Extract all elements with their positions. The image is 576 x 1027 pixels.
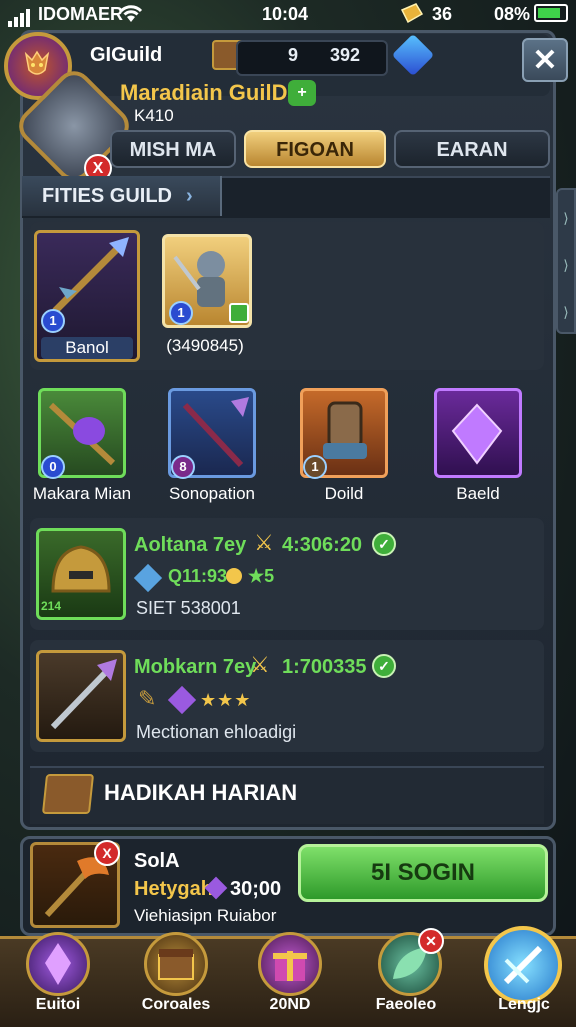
- nav-label: Faeoleo: [375, 996, 437, 1013]
- notification-icon: ✕: [418, 928, 444, 954]
- row-gem-value: Q11:93: [168, 566, 228, 586]
- gold-count: 36: [432, 4, 453, 24]
- dragon-icon: [20, 46, 54, 87]
- tab-mish-ma[interactable]: MISH MA: [110, 130, 236, 168]
- crystal-icon: [451, 403, 503, 465]
- side-drawer-handle[interactable]: ⟩ ⟩ ⟩: [556, 188, 576, 334]
- chest-icon: [158, 949, 194, 980]
- item-caption: Baeld: [456, 484, 500, 503]
- battery-icon: [534, 4, 568, 22]
- level-badge: 0: [41, 455, 65, 479]
- row-stars: ★5: [248, 566, 275, 586]
- chest-icon: [41, 774, 95, 814]
- nav-button-lengjc[interactable]: [484, 926, 562, 1004]
- signal-icon: [8, 6, 32, 27]
- item-caption: Makara Mian: [32, 484, 132, 503]
- row-stars: ★★★: [200, 690, 252, 710]
- battery-percent: 08%: [494, 4, 531, 24]
- item-wand[interactable]: 8: [168, 388, 256, 479]
- wifi-icon: [118, 2, 144, 29]
- check-icon: [229, 303, 249, 323]
- resource-count-b: 392: [330, 45, 361, 65]
- tab-earan[interactable]: EARAN: [394, 130, 550, 168]
- nav-button-euitoi[interactable]: [26, 932, 90, 996]
- nav-button-20nd[interactable]: [258, 932, 322, 996]
- clock: 10:04: [262, 4, 309, 24]
- row-subtitle: Mectionan ehloadigi: [136, 722, 297, 742]
- add-icon[interactable]: +: [288, 80, 316, 106]
- reward-timer: 30;00: [230, 878, 282, 900]
- reward-name: Hetygah: [134, 878, 213, 900]
- row-thumbnail: [36, 650, 126, 742]
- featured-caption: (3490845): [166, 336, 244, 355]
- resource-count-a: 9: [288, 45, 299, 65]
- sword-icon: ⚔: [254, 530, 274, 555]
- level-badge: 1: [41, 309, 65, 333]
- sword-icon: ⚔: [250, 652, 270, 677]
- section-title-tab[interactable]: FITIES GUILD ›: [22, 176, 222, 216]
- level-badge: 8: [171, 455, 195, 479]
- guild-id: K410: [134, 106, 174, 125]
- coin-icon: [226, 568, 242, 584]
- item-crystal[interactable]: [434, 388, 522, 478]
- sword-icon: [503, 945, 543, 985]
- daily-reward-label: HADIKAH HARIAN: [104, 780, 298, 805]
- level-badge: 1: [169, 301, 193, 325]
- nav-label: 20ND: [269, 996, 311, 1013]
- chevron-right-icon: ›: [186, 185, 193, 207]
- tab-figoan[interactable]: FIGOAN: [244, 130, 386, 168]
- status-bar: IDOMAER 10:04 36 08%: [0, 0, 576, 28]
- row-thumbnail: 214: [36, 528, 126, 620]
- row-title: Aoltana 7ey: [134, 534, 247, 556]
- check-icon: ✓: [372, 532, 396, 556]
- reward-alert-icon: X: [94, 840, 120, 866]
- row-value: 4:306:20: [282, 534, 363, 556]
- carrier-label: IDOMAER: [38, 4, 123, 24]
- featured-caption: Banol: [41, 337, 133, 359]
- row-value: 1:700335: [282, 656, 367, 678]
- item-staff[interactable]: 0: [38, 388, 126, 479]
- nav-button-coroales[interactable]: [144, 932, 208, 996]
- feather-icon: ✎: [138, 686, 157, 711]
- featured-item-knight[interactable]: 1: [162, 234, 252, 328]
- spear-icon: [50, 659, 117, 730]
- nav-label: Coroales: [141, 996, 211, 1013]
- close-button[interactable]: ✕: [522, 38, 568, 82]
- gold-icon: [398, 2, 424, 31]
- reward-desc: Viehiasipn Ruiabor: [134, 906, 277, 925]
- crystal-shard-icon: [45, 943, 71, 985]
- thumb-badge: 214: [41, 599, 62, 613]
- check-icon: ✓: [372, 654, 396, 678]
- item-caption: Sonopation: [168, 484, 256, 503]
- row-subtitle: SIET 538001: [136, 598, 241, 618]
- resource-counter: [236, 40, 388, 76]
- claim-button[interactable]: 5I SOGIN: [298, 844, 548, 902]
- nav-label: Euitoi: [35, 996, 81, 1013]
- featured-item-spear[interactable]: 1 Banol: [34, 230, 140, 362]
- row-title: Mobkarn 7ey: [134, 656, 257, 678]
- guild-name: Maradiain GuilD: [120, 80, 288, 105]
- section-title: FITIES GUILD: [42, 185, 172, 207]
- item-barrel[interactable]: 1: [300, 388, 388, 479]
- gift-icon: [273, 951, 307, 981]
- nav-label: Lengjc: [498, 996, 550, 1013]
- reward-title: SolA: [134, 850, 180, 872]
- guild-header-label: GIGuild: [90, 44, 163, 66]
- item-caption: Doild: [324, 484, 364, 503]
- level-badge: 1: [303, 455, 327, 479]
